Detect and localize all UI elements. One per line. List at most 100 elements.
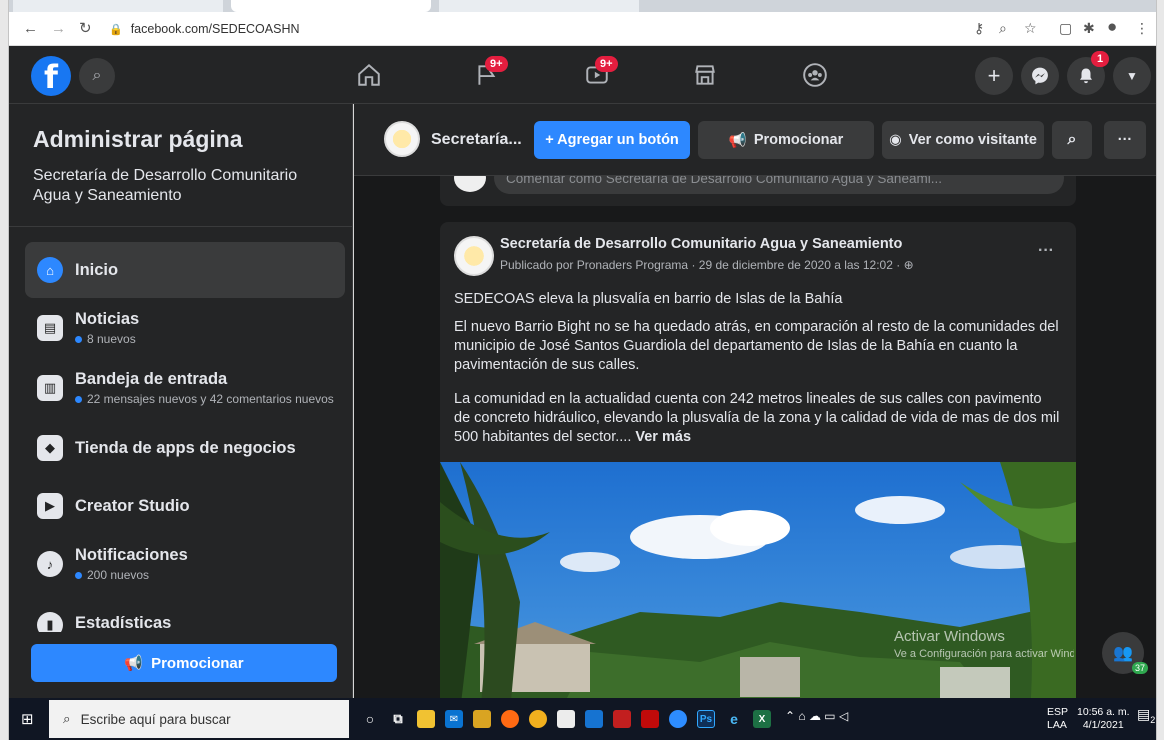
chrome-icon[interactable] (529, 710, 547, 728)
pages-flag-icon[interactable]: 9+ (461, 55, 513, 95)
sidebar-item-bandeja[interactable]: ▥ Bandeja de entrada 22 mensajes nuevos … (25, 360, 345, 416)
clock[interactable]: 10:56 a. m. 4/1/2021 (1077, 706, 1130, 732)
promote-label: Promocionar (753, 132, 844, 148)
firefox-icon[interactable] (501, 710, 519, 728)
see-more-link[interactable]: Ver más (635, 429, 691, 445)
photoshop-icon[interactable]: Ps (697, 710, 715, 728)
profile-icon[interactable]: ● (1107, 17, 1117, 37)
messenger-icon[interactable] (1021, 57, 1059, 95)
task-view-icon[interactable]: ⧉ (389, 710, 407, 728)
window-border-left (0, 0, 9, 740)
language-indicator[interactable]: ESP LAA (1047, 706, 1068, 732)
stats-icon: ▮ (37, 612, 63, 632)
taskbar-search-box[interactable]: ⌕ Escribe aquí para buscar (49, 700, 349, 738)
taskbar-search-placeholder: Escribe aquí para buscar (80, 711, 231, 727)
control-panel-icon[interactable] (585, 710, 603, 728)
facebook-logo-icon[interactable]: f (31, 56, 71, 96)
notepad-icon[interactable] (557, 710, 575, 728)
post-photo[interactable]: Activar Windows Ve a Configuración para … (440, 462, 1076, 698)
post-paragraph: La comunidad en la actualidad cuenta con… (454, 391, 1060, 445)
view-as-visitor-button[interactable]: ◉ Ver como visitante (882, 121, 1044, 159)
post-paragraph: El nuevo Barrio Bight no se ha quedado a… (454, 319, 1059, 373)
page-avatar[interactable] (384, 121, 420, 157)
pdf-reader-icon[interactable] (613, 710, 631, 728)
marketplace-icon[interactable] (679, 55, 731, 95)
create-plus-icon[interactable]: + (975, 57, 1013, 95)
search-icon[interactable]: ⌕ (1052, 121, 1092, 159)
zoom-app-icon[interactable] (669, 710, 687, 728)
people-icon: 👥 (1113, 645, 1133, 662)
page-header: Secretaría... + Agregar un botón 📢 Promoc… (354, 104, 1156, 176)
menu-icon[interactable]: ⋮ (1135, 20, 1149, 37)
browser-toolbar: ← → ↻ 🔒 facebook.com/SEDECOASHN ⚷ ⌕ ☆ ▢ … (9, 12, 1156, 46)
post-more-button[interactable]: ··· (1038, 242, 1054, 260)
back-icon[interactable]: ← (23, 20, 38, 38)
sidebar-item-notificaciones[interactable]: ♪ Notificaciones 200 nuevos (25, 536, 345, 592)
windows-start-icon[interactable]: ⊞ (21, 710, 34, 728)
address-bar[interactable]: 🔒 facebook.com/SEDECOASHN (109, 18, 969, 40)
page-name[interactable]: Secretaría... (431, 131, 522, 149)
sidebar-item-sub: 22 mensajes nuevos y 42 comentarios nuev… (75, 392, 334, 406)
sidebar-page-name: Secretaría de Desarrollo Comunitario Agu… (33, 167, 298, 204)
puzzle-icon[interactable]: ✱ (1083, 20, 1095, 37)
windows-taskbar: ⊞ ⌕ Escribe aquí para buscar ○ ⧉ ✉ Ps e … (9, 698, 1156, 740)
file-explorer-icon[interactable] (417, 710, 435, 728)
activation-watermark-text: Ve a Configuración para activar Windows. (894, 648, 1074, 660)
sidebar-title: Administrar página (33, 126, 243, 152)
chat-contacts-button[interactable]: 👥 37 (1102, 632, 1148, 674)
reload-icon[interactable]: ↻ (79, 20, 92, 38)
sidebar-item-creator-studio[interactable]: ▶ Creator Studio (25, 478, 345, 534)
pages-badge: 9+ (485, 56, 508, 72)
tray-icons[interactable]: ⌃ ⌂ ☁ ▭ ◁ (785, 710, 848, 723)
post-meta: Publicado por Pronaders Programa · 29 de… (500, 258, 914, 272)
sidebar-item-estadisticas[interactable]: ▮ Estadísticas (25, 604, 345, 632)
watch-icon[interactable]: 9+ (571, 55, 623, 95)
sidebar-item-tienda-apps[interactable]: ◆ Tienda de apps de negocios (25, 420, 345, 476)
inbox-icon: ▥ (37, 375, 63, 401)
netflix-icon[interactable] (641, 710, 659, 728)
forward-icon[interactable]: → (51, 20, 66, 38)
browser-tab-strip (9, 0, 1156, 12)
watch-badge: 9+ (595, 56, 618, 72)
browser-tab-active[interactable] (231, 0, 431, 12)
zoom-icon[interactable]: ⌕ (999, 20, 1007, 37)
cortana-icon[interactable]: ○ (361, 710, 379, 728)
url-text: facebook.com/SEDECOASHN (130, 22, 300, 36)
promote-button[interactable]: 📢 Promocionar (698, 121, 874, 159)
extension-icon[interactable]: ▢ (1059, 20, 1072, 37)
groups-icon[interactable] (789, 55, 841, 95)
sidebar-item-label: Creator Studio (75, 496, 190, 515)
sidebar-item-inicio[interactable]: ⌂ Inicio (25, 242, 345, 298)
account-dropdown-icon[interactable]: ▼ (1113, 57, 1151, 95)
megaphone-icon: 📢 (124, 655, 144, 672)
sidebar-promote-button[interactable]: 📢 Promocionar (31, 644, 337, 682)
store-icon[interactable] (473, 710, 491, 728)
key-icon[interactable]: ⚷ (974, 20, 984, 37)
eye-icon: ◉ (889, 132, 902, 148)
notifications-bell-icon[interactable]: 1 (1067, 51, 1110, 95)
more-button[interactable]: ··· (1104, 121, 1146, 159)
post-author[interactable]: Secretaría de Desarrollo Comunitario Agu… (500, 236, 902, 252)
view-as-label: Ver como visitante (908, 132, 1037, 148)
star-icon[interactable]: ☆ (1024, 20, 1037, 37)
search-icon[interactable]: ⌕ (79, 58, 115, 94)
home-icon[interactable] (343, 55, 395, 95)
action-center-icon[interactable]: ▤2 (1137, 707, 1156, 727)
lock-icon: 🔒 (109, 23, 123, 36)
manage-page-sidebar: Administrar página Secretaría de Desarro… (9, 104, 353, 698)
add-button-button[interactable]: + Agregar un botón (534, 121, 690, 159)
megaphone-icon: 📢 (728, 132, 747, 149)
browser-tab[interactable] (439, 0, 639, 12)
logo-letter: f (44, 58, 58, 96)
edge-icon[interactable]: e (725, 710, 743, 728)
excel-icon[interactable]: X (753, 710, 771, 728)
action-center-count: 2 (1150, 714, 1156, 725)
page-main: Comentar como Secretaría de Desarrollo C… (354, 104, 1156, 698)
post-card: Secretaría de Desarrollo Comunitario Agu… (440, 222, 1076, 698)
mail-icon[interactable]: ✉ (445, 710, 463, 728)
sidebar-item-noticias[interactable]: ▤ Noticias 8 nuevos (25, 300, 345, 356)
home-icon: ⌂ (37, 257, 63, 283)
post-author-avatar[interactable] (454, 236, 494, 276)
browser-tab[interactable] (13, 0, 223, 12)
sidebar-item-label: Notificaciones (75, 546, 188, 564)
